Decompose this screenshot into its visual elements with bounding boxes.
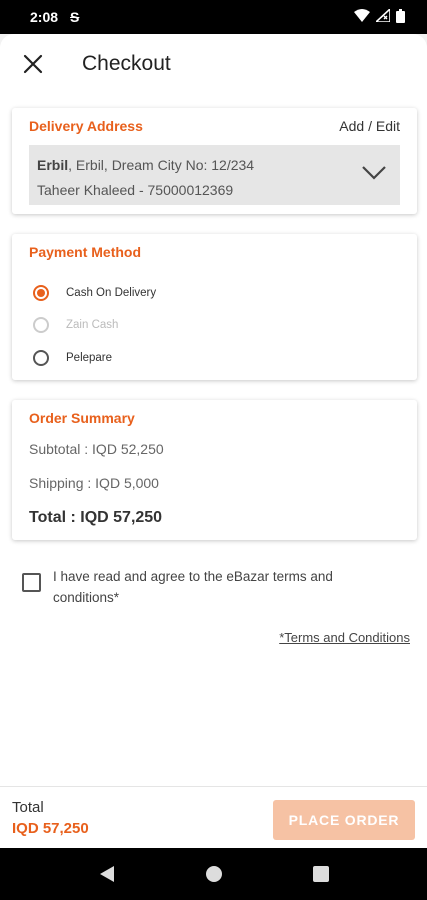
add-edit-address-link[interactable]: Add / Edit [339,118,400,134]
chevron-down-icon [362,163,386,188]
status-time: 2:08 [30,9,59,25]
system-nav-bar [0,848,427,900]
payment-option-label: Cash On Delivery [66,287,157,299]
payment-option-zain-cash: Zain Cash [33,317,118,333]
payment-option-pelepare[interactable]: Pelepare [33,350,112,366]
wifi-icon [354,9,370,25]
radio-unchecked-icon [33,317,49,333]
shipping-line: Shipping : IQD 5,000 [29,475,159,491]
terms-agreement: I have read and agree to the eBazar term… [22,566,373,608]
home-circle-icon [205,866,222,882]
checkout-screen: Checkout Delivery Address Add / Edit Erb… [0,34,427,848]
signal-icon [373,7,391,25]
status-bar: 2:08 S [0,0,427,34]
payment-option-label: Pelepare [66,352,113,364]
recents-button[interactable] [312,866,329,882]
payment-option-cod[interactable]: Cash On Delivery [33,285,156,301]
terms-checkbox[interactable] [22,573,41,592]
bottom-total-label: Total [12,799,44,816]
subtotal-line: Subtotal : IQD 52,250 [29,441,164,457]
address-detail: , Erbil, Dream City No: 12/234 [68,157,255,173]
order-summary-card: Order Summary Subtotal : IQD 52,250 Ship… [12,400,417,540]
address-contact: Taheer Khaleed - 75000012369 [37,182,234,198]
radio-unchecked-icon [33,350,49,366]
bottom-total-bar: Total IQD 57,250 PLACE ORDER [0,786,427,848]
terms-and-conditions-link[interactable]: *Terms and Conditions [279,630,410,645]
sync-icon: S [70,9,80,25]
page-title: Checkout [82,52,171,75]
place-order-button[interactable]: PLACE ORDER [273,800,415,840]
payment-method-title: Payment Method [29,244,142,260]
address-selector[interactable]: Erbil, Erbil, Dream City No: 12/234 Tahe… [29,145,400,205]
back-button[interactable] [99,865,115,883]
terms-text: I have read and agree to the eBazar term… [53,569,333,605]
address-city: Erbil [37,157,69,173]
home-button[interactable] [205,865,223,883]
payment-option-label: Zain Cash [66,319,119,331]
recents-square-icon [312,866,329,882]
close-icon [23,54,43,74]
battery-icon [396,8,405,26]
radio-checked-icon [33,285,49,301]
delivery-address-card: Delivery Address Add / Edit Erbil, Erbil… [12,108,417,214]
app-bar: Checkout [0,34,427,94]
payment-method-card: Payment Method Cash On Delivery Zain Cas… [12,234,417,380]
back-triangle-icon [99,866,114,882]
address-line: Erbil, Erbil, Dream City No: 12/234 [37,153,392,178]
bottom-total-value: IQD 57,250 [12,820,89,837]
close-button[interactable] [20,51,46,77]
total-line: Total : IQD 57,250 [29,509,163,526]
delivery-address-title: Delivery Address [29,118,143,134]
order-summary-title: Order Summary [29,410,135,426]
